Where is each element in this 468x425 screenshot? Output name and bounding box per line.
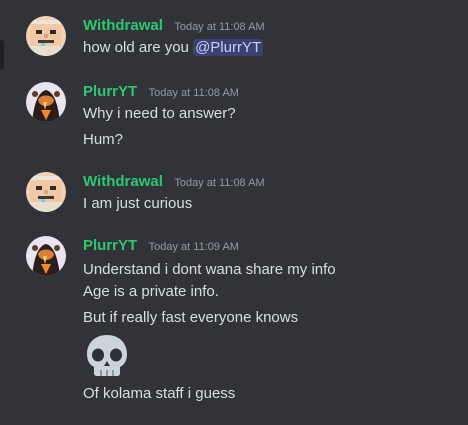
message-group: PlurrYT Today at 11:08 AM Why i need to … [26, 82, 456, 152]
user-mention[interactable]: @PlurrYT [193, 39, 264, 56]
avatar-plurryt[interactable] [26, 236, 66, 276]
avatar-plurryt[interactable] [26, 82, 66, 122]
message-text: Why i need to answer? [83, 105, 236, 122]
message-group: PlurrYT Today at 11:09 AM Understand i d… [26, 236, 456, 416]
message-text: how old are you @PlurrYT [83, 38, 264, 58]
message-text: Understand i dont wana share my info [83, 261, 336, 278]
message-text-body: how old are you [83, 39, 189, 56]
author-name[interactable]: PlurrYT [83, 237, 137, 254]
timestamp: Today at 11:08 AM [174, 21, 265, 33]
message-text: Hum? [83, 131, 124, 148]
message-text: I am just curious [83, 195, 193, 212]
author-name[interactable]: Withdrawal [83, 173, 163, 190]
timestamp: Today at 11:08 AM [148, 87, 239, 99]
author-name[interactable]: PlurrYT [83, 83, 137, 100]
message-group: Withdrawal Today at 11:08 AM I am just c… [26, 172, 456, 216]
avatar-withdrawal[interactable] [26, 16, 66, 56]
message-text: But if really fast everyone knows [83, 309, 299, 326]
avatar-withdrawal[interactable] [26, 172, 66, 212]
message-text: Of kolama staff i guess [83, 385, 236, 402]
scrollbar-thumb[interactable] [0, 40, 4, 70]
message-group: Withdrawal Today at 11:08 AM how old are… [26, 16, 456, 60]
message-text: Age is a private info. [83, 283, 219, 300]
author-name[interactable]: Withdrawal [83, 17, 163, 34]
timestamp: Today at 11:08 AM [174, 177, 265, 189]
timestamp: Today at 11:09 AM [148, 241, 239, 253]
skull-emoji-icon[interactable] [83, 332, 131, 380]
